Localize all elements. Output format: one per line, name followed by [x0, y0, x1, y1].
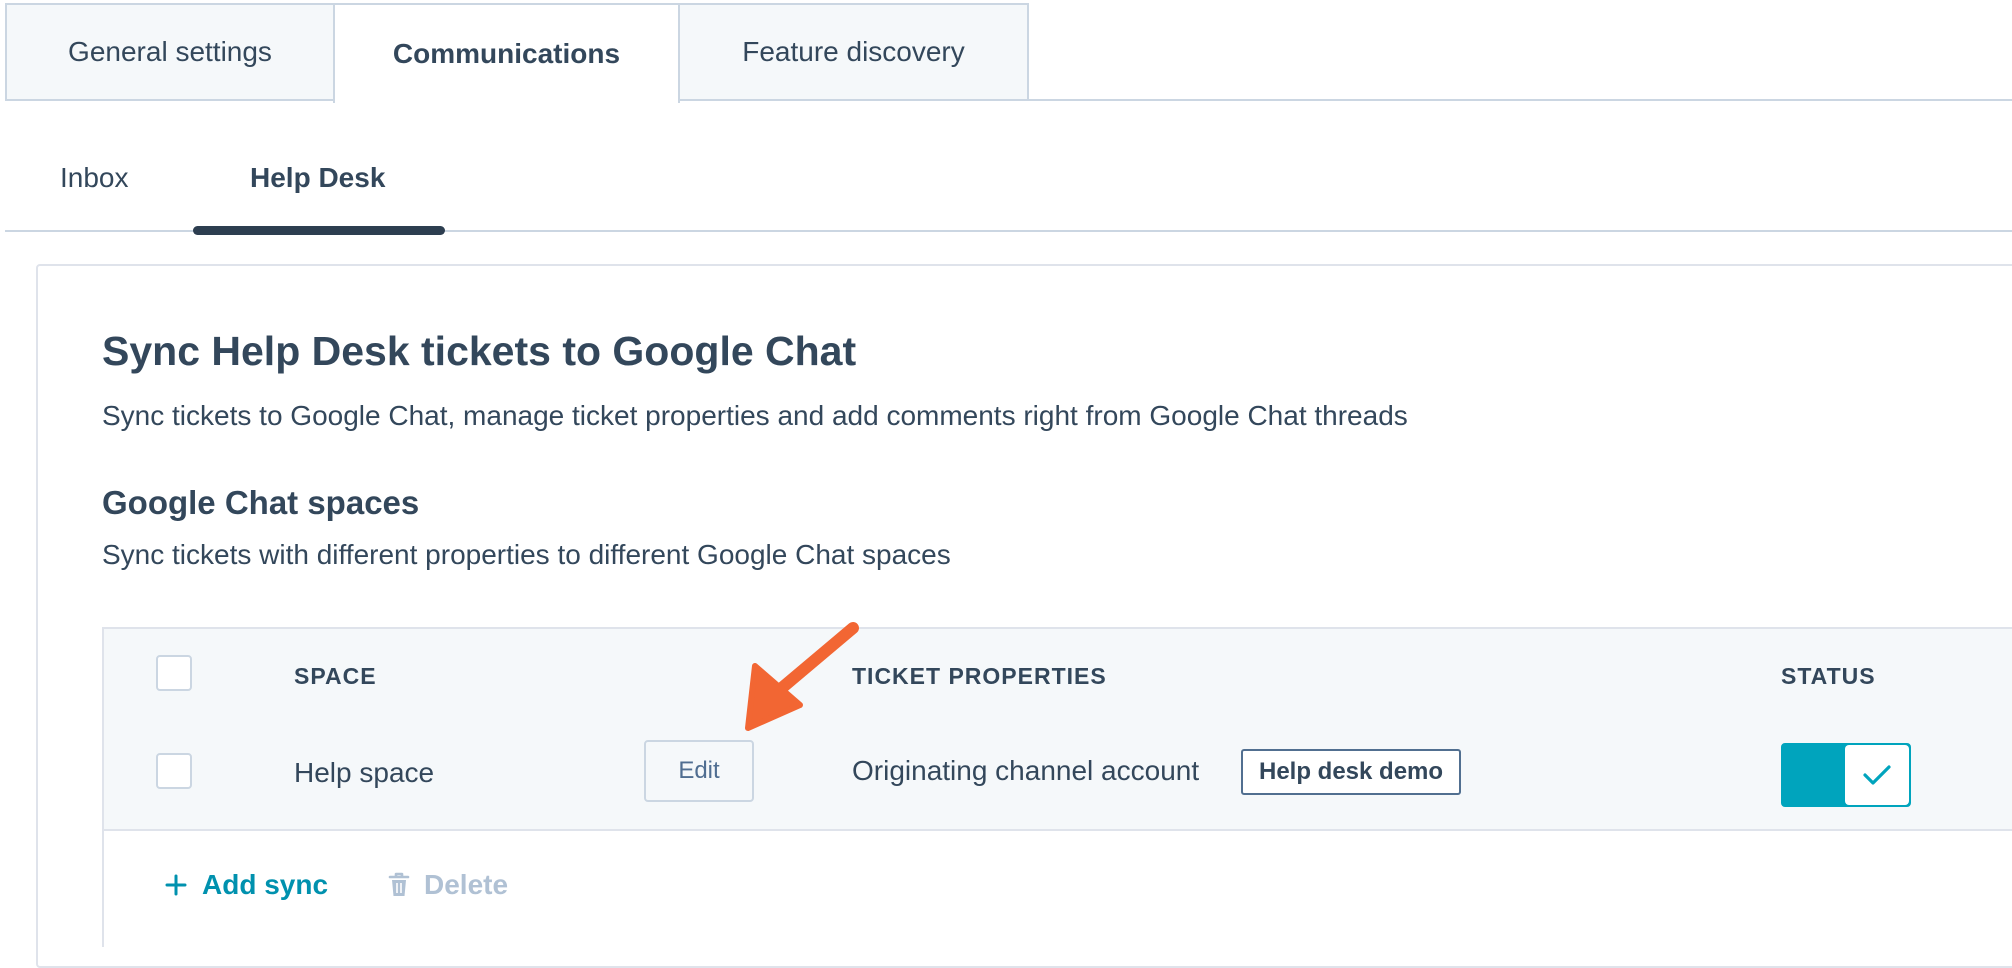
ticket-property-tag: Help desk demo [1241, 749, 1462, 795]
add-sync-button[interactable]: Add sync [164, 869, 328, 901]
section-title: Sync Help Desk tickets to Google Chat [102, 328, 857, 374]
ticket-property-label: Originating channel account [852, 755, 1200, 786]
section-subtitle: Sync tickets to Google Chat, manage tick… [102, 400, 1408, 431]
status-toggle[interactable] [1781, 743, 1911, 807]
tab-general-settings[interactable]: General settings [5, 3, 335, 99]
subtab-inbox[interactable]: Inbox [60, 162, 129, 194]
subtab-help-desk[interactable]: Help Desk [250, 162, 385, 194]
column-header-ticket-properties: TICKET PROPERTIES [852, 663, 1107, 689]
space-name: Help space [294, 757, 435, 788]
trash-icon [388, 872, 410, 896]
delete-label: Delete [424, 869, 509, 900]
add-sync-label: Add sync [202, 869, 329, 900]
checkmark-icon [1863, 765, 1891, 785]
table-header: SPACE TICKET PROPERTIES STATUS [104, 629, 2012, 719]
edit-button[interactable]: Edit [644, 740, 754, 802]
plus-icon [165, 874, 187, 896]
select-all-checkbox[interactable] [156, 655, 192, 691]
sync-table: SPACE TICKET PROPERTIES STATUS Help spac… [102, 627, 2012, 947]
spaces-description: Sync tickets with different properties t… [102, 539, 951, 570]
column-header-status: STATUS [1781, 663, 1876, 689]
top-tab-bar: General settings Communications Feature … [0, 0, 2012, 103]
tab-divider [5, 99, 2012, 101]
subtab-active-indicator [193, 226, 445, 235]
column-header-space: SPACE [294, 663, 377, 689]
row-checkbox[interactable] [156, 753, 192, 789]
delete-button[interactable]: Delete [388, 869, 508, 901]
toggle-knob [1845, 745, 1909, 805]
tab-communications[interactable]: Communications [333, 3, 680, 103]
tab-feature-discovery[interactable]: Feature discovery [678, 3, 1029, 99]
spaces-heading: Google Chat spaces [102, 484, 420, 521]
